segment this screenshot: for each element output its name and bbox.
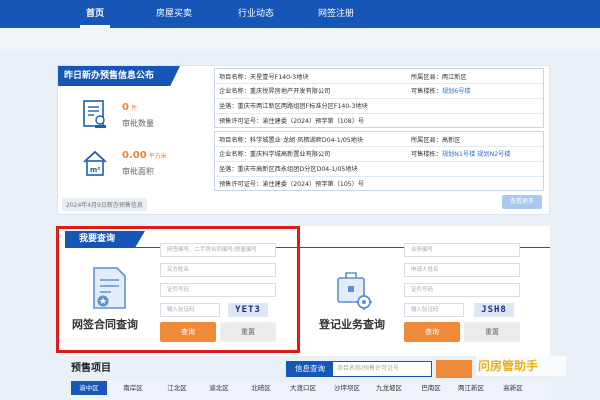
registration-reset-button[interactable]: 重置 xyxy=(464,322,520,342)
district-tab[interactable]: 九龙坡区 xyxy=(369,381,409,395)
presale-info-title: 昨日新办预售信息公布 xyxy=(58,66,180,86)
record-company: 企业名称：重庆悦昇房地产开发有限公司 xyxy=(219,88,331,95)
building-link[interactable]: 规划N1号楼 xyxy=(442,151,475,158)
district-tab[interactable]: 两江新区 xyxy=(451,381,491,395)
building-link[interactable]: 规划N2号楼 xyxy=(477,151,510,158)
approved-count-value: 0件 xyxy=(122,102,137,113)
district-tab[interactable]: 渝北区 xyxy=(201,381,237,395)
registration-captcha-input[interactable]: 输入验证码 xyxy=(404,303,464,317)
record-location: 坐落：重庆市高新区西永组团D分区D04-1/05地块 xyxy=(219,166,358,173)
record-project: 项目名称：天星壹号F140-3地块 xyxy=(219,74,309,81)
building-link[interactable]: 规划6号楼 xyxy=(442,88,471,95)
briefcase-gear-icon xyxy=(337,272,372,310)
registration-query-title: 登记业务查询 xyxy=(319,318,385,331)
registration-id-input[interactable]: 证件号码 xyxy=(404,283,520,297)
watermark-logo: 问房管助手 xyxy=(476,356,566,376)
district-tab[interactable]: 南岸区 xyxy=(115,381,151,395)
record-location: 坐落：重庆市两江新区两路组团F标准分区F140-3地块 xyxy=(219,103,368,110)
approved-area-value: 0.00 平方米 xyxy=(122,150,167,161)
info-query-input[interactable]: 项目名称/预售许可证号 xyxy=(337,362,399,376)
approved-area-stat: m² 0.00 平方米 审批面积 xyxy=(82,148,202,182)
district-tab[interactable]: 高新区 xyxy=(495,381,531,395)
approved-count-stat: 0件 审批数量 xyxy=(82,100,202,134)
nav-item-industry-news[interactable]: 行业动态 xyxy=(234,0,278,28)
view-more-button[interactable]: 查看更多 xyxy=(502,195,542,209)
record-buildings: 可售楼栋：规划6号楼 xyxy=(411,88,471,95)
record-district: 所属区县：高新区 xyxy=(411,137,461,144)
record-company: 企业名称：重庆科学城高新置业有限公司 xyxy=(219,151,331,158)
info-query-label: 信息查询 xyxy=(287,362,333,376)
district-tab[interactable]: 北碚区 xyxy=(243,381,279,395)
district-tabs: 渝中区 南岸区 江北区 渝北区 北碚区 大渡口区 沙坪坝区 九龙坡区 巴南区 两… xyxy=(71,381,551,400)
nav-item-home[interactable]: 首页 xyxy=(80,0,110,28)
approved-count-label: 审批数量 xyxy=(122,119,154,128)
registration-captcha-image[interactable]: JSH8 xyxy=(474,303,514,317)
info-query-search-button[interactable] xyxy=(436,360,472,378)
record-permit: 预售许可证号：渝住建委（2024）预字第（108）号 xyxy=(219,118,365,125)
district-tab[interactable]: 渝中区 xyxy=(71,381,107,395)
registration-query-button[interactable]: 查询 xyxy=(404,322,460,342)
nav-item-house-trade[interactable]: 房屋买卖 xyxy=(152,0,196,28)
approved-area-label: 审批面积 xyxy=(122,167,154,176)
record-permit: 预售许可证号：渝住建委（2024）预字第（105）号 xyxy=(219,181,365,188)
svg-text:m²: m² xyxy=(90,166,100,174)
presale-record: 项目名称：科学城置业·龙胡·凤栖湖畔D04-1/05地块 所属区县：高新区 企业… xyxy=(214,131,544,191)
header-band xyxy=(0,28,600,52)
business-number-input[interactable]: 业务编号 xyxy=(404,243,520,257)
top-nav: 首页 房屋买卖 行业动态 网签注册 xyxy=(0,0,600,28)
nav-item-contract-registration[interactable]: 网签注册 xyxy=(314,0,358,28)
district-tab[interactable]: 大渡口区 xyxy=(283,381,323,395)
presale-date-note: 2024年4月9日新办预售信息 xyxy=(62,198,147,211)
presale-info-panel: 昨日新办预售信息公布 0件 审批数量 m² 0.00 平方米 审批面积 2024年 xyxy=(57,65,550,215)
district-tab[interactable]: 巴南区 xyxy=(413,381,449,395)
contract-query-highlight xyxy=(56,226,300,353)
applicant-name-input[interactable]: 申请人姓名 xyxy=(404,263,520,277)
presale-record: 项目名称：天星壹号F140-3地块 所属区县：两江新区 企业名称：重庆悦昇房地产… xyxy=(214,68,544,128)
house-area-icon: m² xyxy=(83,150,107,176)
info-query-box: 信息查询 项目名称/预售许可证号 xyxy=(286,361,432,377)
district-tab[interactable]: 沙坪坝区 xyxy=(327,381,367,395)
presale-items-title: 预售项目 xyxy=(71,363,111,374)
record-district: 所属区县：两江新区 xyxy=(411,74,467,81)
record-project: 项目名称：科学城置业·龙胡·凤栖湖畔D04-1/05地块 xyxy=(219,137,364,144)
document-stamp-icon xyxy=(83,100,106,128)
presale-stats: 0件 审批数量 m² 0.00 平方米 审批面积 2024年4月9日新办预售信息 xyxy=(58,86,206,214)
district-tab[interactable]: 江北区 xyxy=(159,381,195,395)
record-buildings: 可售楼栋：规划N1号楼 规划N2号楼 xyxy=(411,151,511,158)
